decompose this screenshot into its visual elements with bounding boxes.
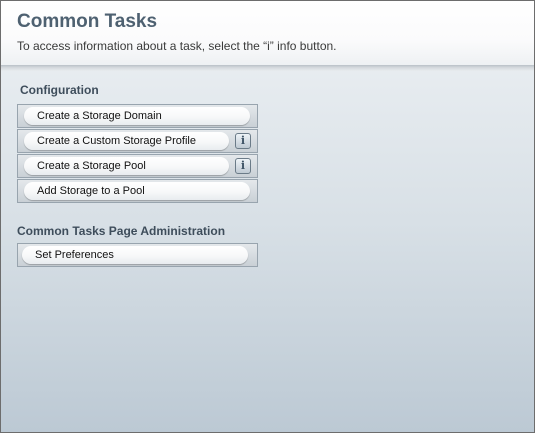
create-storage-domain-button[interactable]: Create a Storage Domain bbox=[24, 107, 250, 125]
task-row-set-preferences: Set Preferences bbox=[17, 243, 258, 267]
administration-task-list: Set Preferences bbox=[17, 243, 258, 268]
page-header: Common Tasks To access information about… bbox=[1, 1, 534, 65]
configuration-task-list: Create a Storage Domain Create a Custom … bbox=[17, 104, 258, 204]
add-storage-to-pool-button[interactable]: Add Storage to a Pool bbox=[24, 182, 250, 200]
configuration-heading: Configuration bbox=[20, 83, 99, 97]
task-row-create-custom-storage-profile: Create a Custom Storage Profile i bbox=[17, 129, 258, 153]
task-row-create-storage-domain: Create a Storage Domain bbox=[17, 104, 258, 128]
header-divider bbox=[1, 65, 534, 71]
set-preferences-button[interactable]: Set Preferences bbox=[22, 246, 248, 264]
common-tasks-page: Common Tasks To access information about… bbox=[0, 0, 535, 433]
create-custom-storage-profile-button[interactable]: Create a Custom Storage Profile bbox=[24, 132, 229, 150]
task-row-create-storage-pool: Create a Storage Pool i bbox=[17, 154, 258, 178]
info-icon[interactable]: i bbox=[235, 158, 251, 174]
task-row-add-storage-to-pool: Add Storage to a Pool bbox=[17, 179, 258, 203]
info-icon[interactable]: i bbox=[235, 133, 251, 149]
administration-heading: Common Tasks Page Administration bbox=[17, 224, 226, 238]
page-title: Common Tasks bbox=[17, 11, 158, 32]
create-storage-pool-button[interactable]: Create a Storage Pool bbox=[24, 157, 229, 175]
page-subtitle: To access information about a task, sele… bbox=[17, 39, 337, 53]
